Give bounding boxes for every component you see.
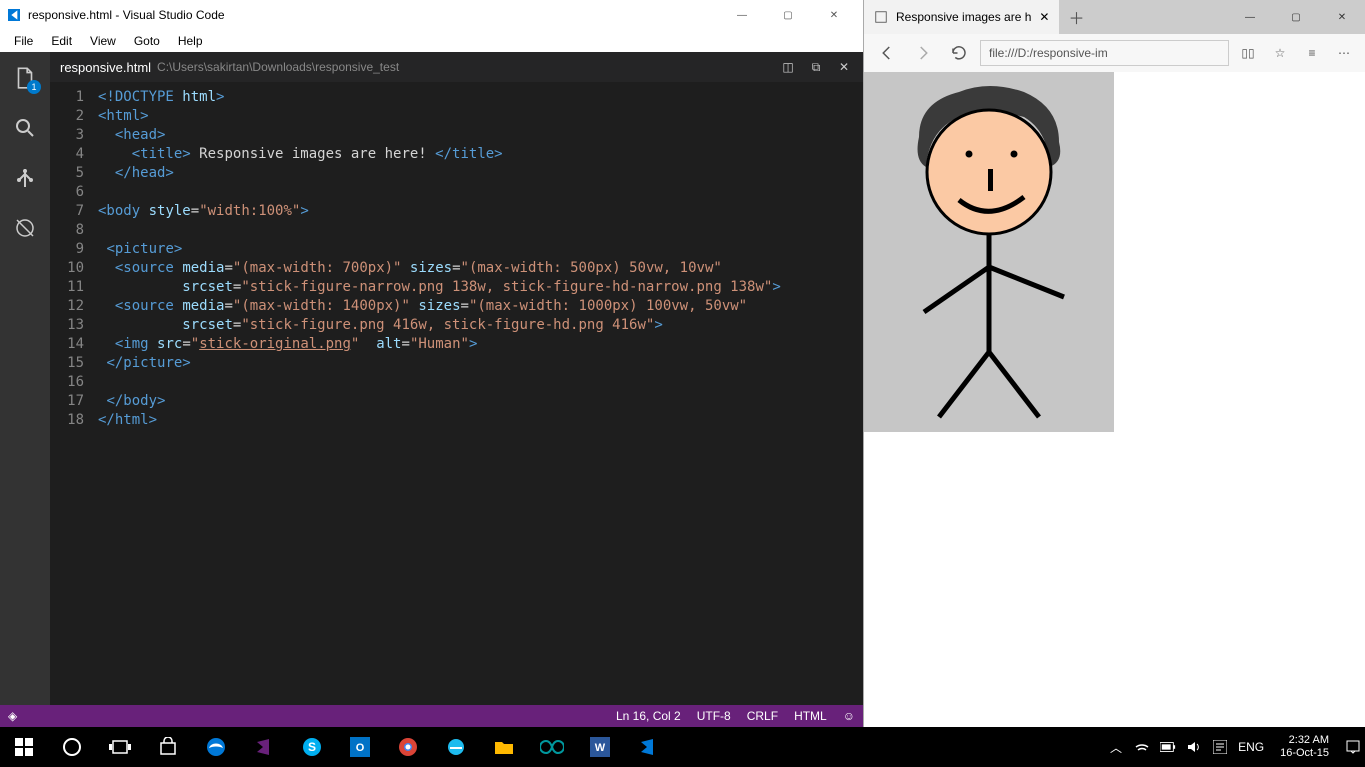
tab-filepath: C:\Users\sakirtan\Downloads\responsive_t… xyxy=(157,60,399,74)
taskbar-word-icon[interactable]: W xyxy=(576,727,624,767)
reading-view-icon[interactable]: ▯▯ xyxy=(1235,40,1261,66)
svg-text:O: O xyxy=(356,742,365,754)
taskbar-arduino-icon[interactable] xyxy=(528,727,576,767)
debug-icon[interactable] xyxy=(11,214,39,242)
status-smiley-icon[interactable]: ☺ xyxy=(843,709,855,723)
more-icon[interactable]: ⧉ xyxy=(807,58,825,76)
menu-goto[interactable]: Goto xyxy=(126,32,168,50)
cortana-icon[interactable] xyxy=(48,727,96,767)
git-icon[interactable] xyxy=(11,164,39,192)
tray-notes-icon[interactable] xyxy=(1212,739,1228,755)
minimize-button[interactable]: — xyxy=(1227,0,1273,34)
status-bar: ◈ Ln 16, Col 2 UTF-8 CRLF HTML ☺ xyxy=(0,705,863,727)
menu-file[interactable]: File xyxy=(6,32,41,50)
favorite-icon[interactable]: ☆ xyxy=(1267,40,1293,66)
close-tab-icon[interactable]: ✕ xyxy=(1039,10,1049,24)
tray-volume-icon[interactable] xyxy=(1186,739,1202,755)
vscode-menubar: FileEditViewGotoHelp xyxy=(0,30,863,52)
menu-edit[interactable]: Edit xyxy=(43,32,80,50)
vscode-logo-icon xyxy=(6,7,22,23)
taskbar-skype-icon[interactable]: S xyxy=(288,727,336,767)
tray-chevron-icon[interactable]: ︿ xyxy=(1108,739,1124,755)
vscode-titlebar[interactable]: responsive.html - Visual Studio Code — ▢… xyxy=(0,0,863,30)
taskbar-vs-icon[interactable] xyxy=(240,727,288,767)
code-lines[interactable]: <!DOCTYPE html><html> <head> <title> Res… xyxy=(98,82,863,705)
edge-window: Responsive images are h ✕ ＋ — ▢ ✕ file:/… xyxy=(863,0,1365,727)
edge-toolbar: file:///D:/responsive-im ▯▯ ☆ ≡ ⋯ xyxy=(864,34,1365,72)
taskbar-store-icon[interactable] xyxy=(144,727,192,767)
more-icon[interactable]: ⋯ xyxy=(1331,40,1357,66)
status-lang[interactable]: HTML xyxy=(794,709,827,723)
taskbar-explorer-icon[interactable] xyxy=(480,727,528,767)
close-tab-icon[interactable]: ✕ xyxy=(835,58,853,76)
tray-time: 2:32 AM xyxy=(1280,734,1329,747)
taskbar-chrome-icon[interactable] xyxy=(384,727,432,767)
stick-figure-image xyxy=(864,72,1114,432)
taskbar-edge-icon[interactable] xyxy=(192,727,240,767)
edge-viewport xyxy=(864,72,1365,727)
maximize-button[interactable]: ▢ xyxy=(765,0,811,30)
forward-button[interactable] xyxy=(908,38,938,68)
tray-battery-icon[interactable] xyxy=(1160,739,1176,755)
edge-tab[interactable]: Responsive images are h ✕ xyxy=(864,0,1059,34)
status-lncol[interactable]: Ln 16, Col 2 xyxy=(616,709,681,723)
tray-notifications-icon[interactable] xyxy=(1345,739,1361,755)
svg-text:W: W xyxy=(595,742,606,754)
taskbar: S O W ︿ ENG 2:32 AM 16-Oct-15 xyxy=(0,727,1365,767)
taskbar-vscode-icon[interactable] xyxy=(624,727,672,767)
split-editor-icon[interactable]: ◫ xyxy=(779,58,797,76)
hub-icon[interactable]: ≡ xyxy=(1299,40,1325,66)
close-button[interactable]: ✕ xyxy=(811,0,857,30)
line-gutter: 123456789101112131415161718 xyxy=(50,82,98,705)
status-eol[interactable]: CRLF xyxy=(747,709,778,723)
tab-filename[interactable]: responsive.html xyxy=(60,60,151,75)
code-editor[interactable]: 123456789101112131415161718 <!DOCTYPE ht… xyxy=(50,82,863,705)
address-bar[interactable]: file:///D:/responsive-im xyxy=(980,40,1229,66)
tray-date: 16-Oct-15 xyxy=(1280,747,1329,760)
explorer-icon[interactable]: 1 xyxy=(11,64,39,92)
new-tab-button[interactable]: ＋ xyxy=(1059,0,1093,34)
minimize-button[interactable]: — xyxy=(719,0,765,30)
status-encoding[interactable]: UTF-8 xyxy=(697,709,731,723)
close-button[interactable]: ✕ xyxy=(1319,0,1365,34)
search-icon[interactable] xyxy=(11,114,39,142)
taskbar-outlook-icon[interactable]: O xyxy=(336,727,384,767)
activity-bar: 1 xyxy=(0,52,50,705)
tray-clock[interactable]: 2:32 AM 16-Oct-15 xyxy=(1274,734,1335,760)
menu-help[interactable]: Help xyxy=(170,32,211,50)
vscode-window: responsive.html - Visual Studio Code — ▢… xyxy=(0,0,863,727)
back-button[interactable] xyxy=(872,38,902,68)
edge-tabstrip: Responsive images are h ✕ ＋ — ▢ ✕ xyxy=(864,0,1365,34)
edge-tab-title: Responsive images are h xyxy=(896,10,1031,24)
tray-language[interactable]: ENG xyxy=(1238,740,1264,754)
explorer-badge: 1 xyxy=(27,80,41,94)
taskview-icon[interactable] xyxy=(96,727,144,767)
menu-view[interactable]: View xyxy=(82,32,124,50)
taskbar-ie-icon[interactable] xyxy=(432,727,480,767)
svg-text:S: S xyxy=(308,740,316,754)
tray-wifi-icon[interactable] xyxy=(1134,739,1150,755)
start-button[interactable] xyxy=(0,727,48,767)
maximize-button[interactable]: ▢ xyxy=(1273,0,1319,34)
editor-tabbar: responsive.html C:\Users\sakirtan\Downlo… xyxy=(50,52,863,82)
page-icon xyxy=(874,10,888,24)
status-branch-icon[interactable]: ◈ xyxy=(8,709,17,723)
refresh-button[interactable] xyxy=(944,38,974,68)
window-title: responsive.html - Visual Studio Code xyxy=(28,8,225,22)
